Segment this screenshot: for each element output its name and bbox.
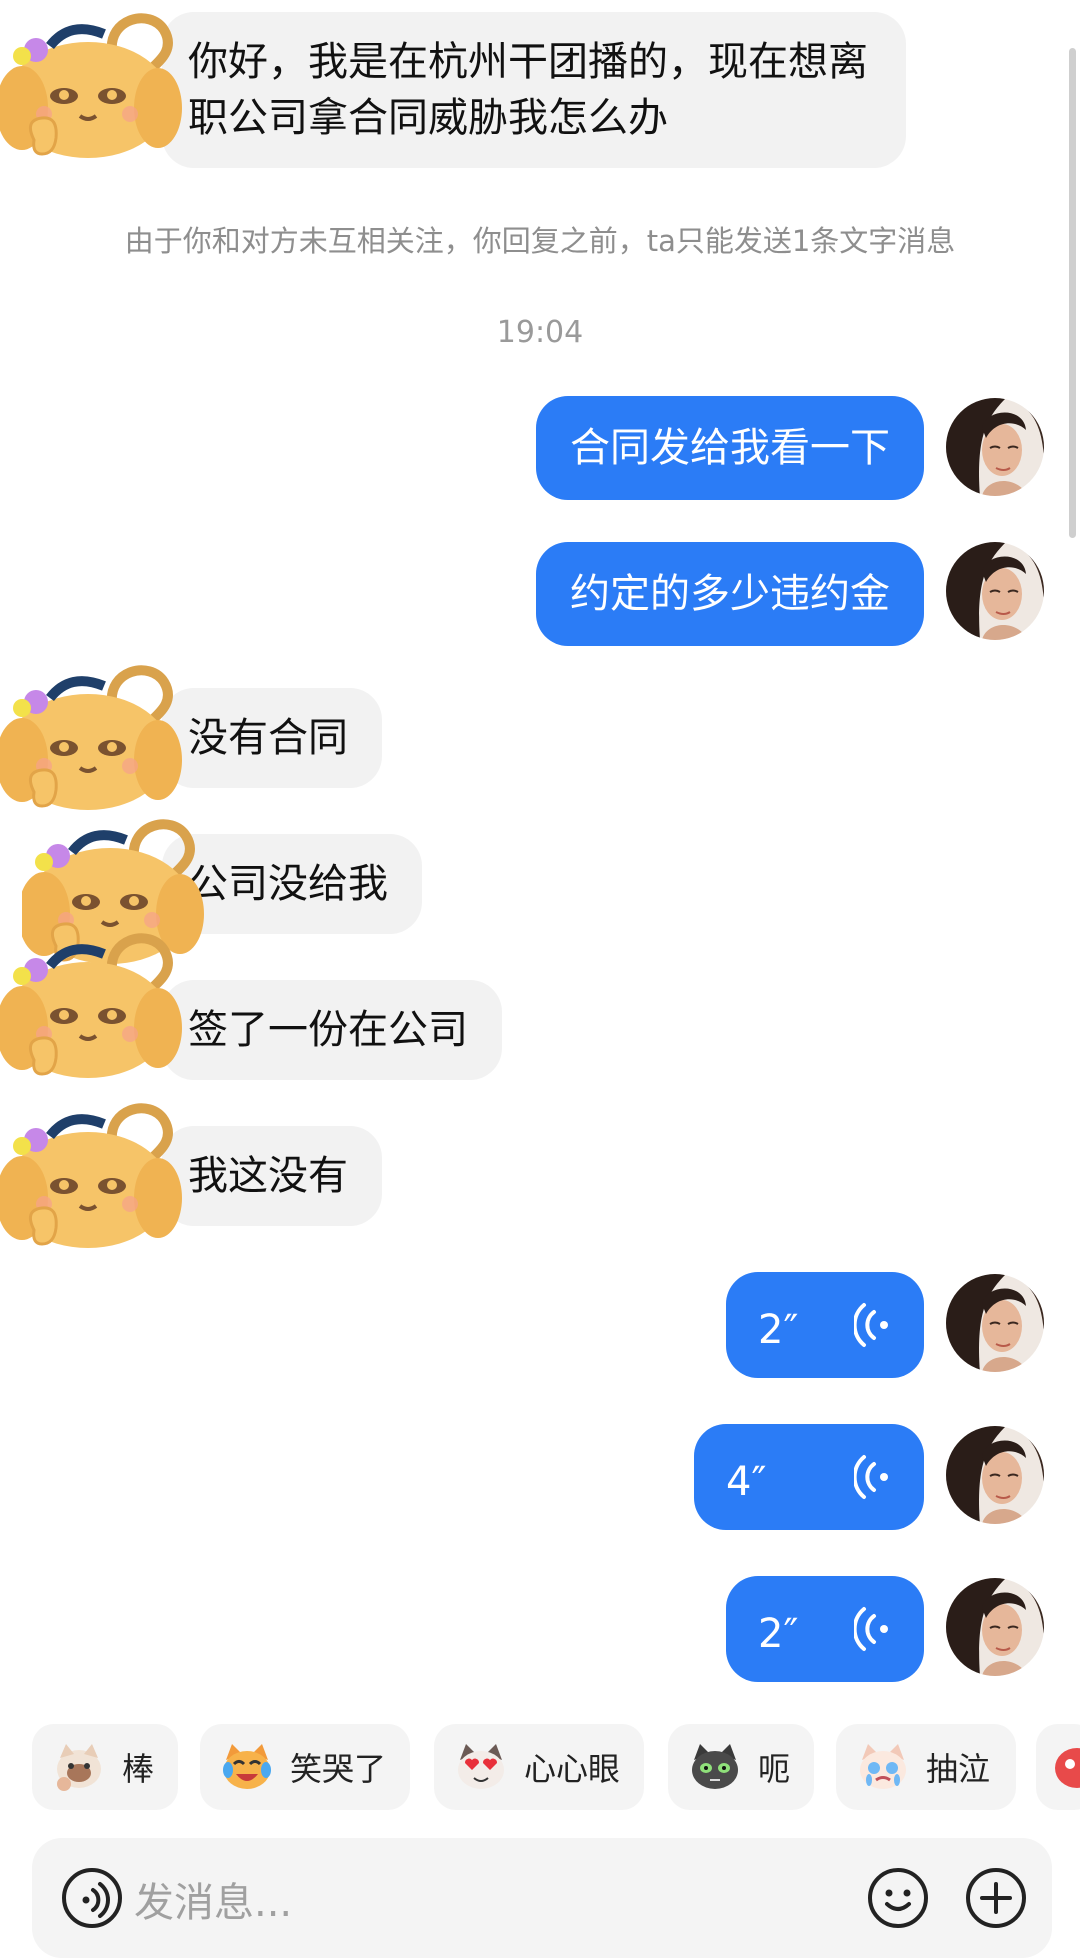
quick-reply-chip[interactable]: 抽泣 [836, 1724, 1016, 1810]
timestamp: 19:04 [496, 315, 584, 350]
quick-reply-chip[interactable]: 棒 [32, 1724, 178, 1810]
sender-avatar[interactable] [0, 920, 190, 1090]
voice-wave-icon [854, 1302, 894, 1348]
cat-thumbs-up-emoji-icon [57, 1744, 101, 1791]
outgoing-message[interactable]: 约定的多少违约金 [536, 542, 924, 646]
emoji-icon [1055, 1748, 1080, 1788]
quick-reply-label: 抽泣 [926, 1750, 991, 1788]
quick-reply-label: 心心眼 [524, 1750, 621, 1788]
voice-message[interactable]: 2″ [726, 1272, 924, 1378]
voice-message[interactable]: 4″ [694, 1424, 924, 1530]
quick-reply-label: 笑哭了 [290, 1750, 387, 1788]
scrollbar[interactable] [1069, 48, 1076, 538]
voice-duration: 2″ [758, 1307, 799, 1353]
sender-avatar[interactable] [0, 652, 190, 822]
message-text: 公司没给我 [188, 861, 388, 907]
voice-wave-icon [854, 1606, 894, 1652]
quick-reply-chip[interactable]: 呃 [668, 1724, 814, 1810]
my-avatar[interactable] [946, 398, 1044, 496]
incoming-message[interactable]: 我这没有 [162, 1126, 382, 1226]
my-avatar[interactable] [946, 1274, 1044, 1372]
sender-avatar[interactable] [0, 0, 190, 170]
message-text: 签了一份在公司 [188, 1007, 468, 1053]
quick-reply-chip[interactable]: 笑哭了 [200, 1724, 410, 1810]
message-text: 合同发给我看一下 [570, 425, 890, 471]
quick-reply-label: 呃 [758, 1750, 791, 1788]
message-text: 没有合同 [188, 715, 348, 761]
message-text: 你好，我是在杭州干团播的，现在想离职公司拿合同威胁我怎么办 [188, 39, 868, 141]
message-text: 我这没有 [188, 1153, 348, 1199]
incoming-message[interactable]: 你好，我是在杭州干团播的，现在想离职公司拿合同威胁我怎么办 [162, 12, 906, 168]
cat-heart-eyes-emoji-icon [458, 1744, 504, 1789]
quick-reply-chip-partial[interactable] [1036, 1724, 1080, 1810]
emoji-picker-icon[interactable] [866, 1866, 930, 1930]
sender-avatar[interactable] [0, 1090, 190, 1260]
my-avatar[interactable] [946, 1578, 1044, 1676]
cat-laugh-cry-emoji-icon [223, 1744, 271, 1789]
voice-duration: 2″ [758, 1611, 799, 1657]
my-avatar[interactable] [946, 542, 1044, 640]
voice-duration: 4″ [726, 1459, 767, 1505]
incoming-message[interactable]: 没有合同 [162, 688, 382, 788]
my-avatar[interactable] [946, 1426, 1044, 1524]
quick-reply-chip[interactable]: 心心眼 [434, 1724, 644, 1810]
message-input[interactable]: 发消息... [134, 1870, 292, 1928]
cat-speechless-emoji-icon [692, 1744, 738, 1789]
voice-wave-icon [854, 1454, 894, 1500]
incoming-message[interactable]: 签了一份在公司 [162, 980, 502, 1080]
add-more-icon[interactable] [964, 1866, 1028, 1930]
quick-reply-label: 棒 [122, 1750, 155, 1788]
follow-notice: 由于你和对方未互相关注，你回复之前，ta只能发送1条文字消息 [124, 224, 956, 258]
outgoing-message[interactable]: 合同发给我看一下 [536, 396, 924, 500]
voice-message[interactable]: 2″ [726, 1576, 924, 1682]
message-text: 约定的多少违约金 [570, 571, 890, 617]
cat-sob-emoji-icon [860, 1744, 906, 1789]
voice-input-icon[interactable] [60, 1866, 124, 1930]
